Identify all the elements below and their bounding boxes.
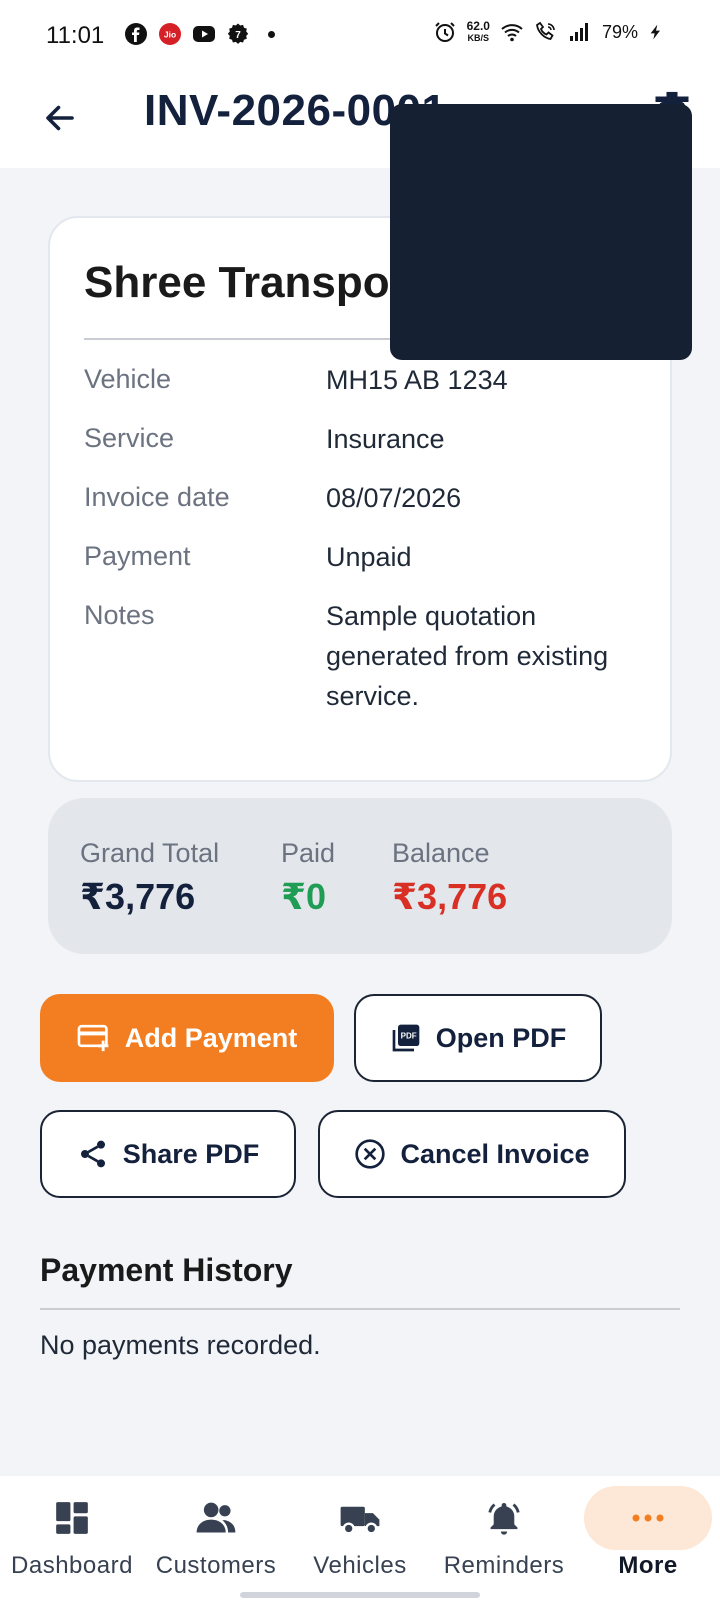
nav-label-dashboard: Dashboard bbox=[11, 1552, 133, 1579]
share-icon bbox=[80, 1140, 105, 1168]
customer-name: Shree Transport bbox=[84, 258, 422, 307]
battery-percent: 79% bbox=[601, 21, 638, 42]
network-speed: 62.0 KB/S bbox=[466, 19, 490, 43]
grand-total-label: Grand Total bbox=[80, 838, 220, 868]
share-pdf-button[interactable]: Share PDF bbox=[40, 1110, 296, 1198]
amount-summary: Grand Total ₹3,776 Paid ₹0 Balance ₹3,77… bbox=[48, 798, 672, 954]
signal-icon bbox=[569, 23, 588, 41]
alarm-icon bbox=[434, 22, 455, 42]
arrow-back-icon bbox=[46, 105, 74, 131]
pdf-icon: PDF bbox=[392, 1024, 420, 1052]
wifi-calling-icon bbox=[535, 21, 555, 40]
payment-status-label: Payment bbox=[84, 541, 191, 571]
payment-status-value: Unpaid bbox=[326, 542, 412, 572]
payment-card-icon bbox=[77, 1024, 109, 1052]
service-label: Service bbox=[84, 423, 175, 453]
invoice-date-value: 08/07/2026 bbox=[326, 483, 462, 513]
notification-icons: Jio 7 bbox=[124, 22, 275, 46]
nav-item-more[interactable]: More bbox=[576, 1476, 720, 1600]
nav-item-customers[interactable]: Customers bbox=[144, 1476, 288, 1600]
status-time: 11:01 bbox=[46, 22, 105, 49]
cancel-invoice-label: Cancel Invoice bbox=[400, 1138, 590, 1169]
dashboard-icon bbox=[50, 1496, 94, 1540]
share-pdf-label: Share PDF bbox=[122, 1138, 260, 1169]
payment-history-empty: No payments recorded. bbox=[40, 1330, 321, 1360]
nav-label-customers: Customers bbox=[155, 1552, 277, 1579]
settings-badge-icon: 7 bbox=[227, 23, 249, 44]
notes-value: Sample quotation generated from existing… bbox=[326, 601, 609, 711]
youtube-icon bbox=[193, 26, 215, 42]
bell-icon bbox=[482, 1496, 526, 1540]
status-bar: 11:01 Jio 7 62.0 KB/S 79% bbox=[0, 0, 720, 70]
service-value: Insurance bbox=[326, 424, 445, 454]
more-notifications-dot bbox=[268, 30, 275, 38]
more-icon bbox=[626, 1496, 670, 1540]
grand-total-value: ₹3,776 bbox=[80, 876, 196, 917]
nav-label-vehicles: Vehicles bbox=[313, 1552, 407, 1579]
nav-item-reminders[interactable]: Reminders bbox=[432, 1476, 576, 1600]
invoice-date-label: Invoice date bbox=[84, 482, 230, 512]
facebook-icon bbox=[125, 23, 147, 45]
nav-item-dashboard[interactable]: Dashboard bbox=[0, 1476, 144, 1600]
home-indicator bbox=[240, 1592, 480, 1598]
add-payment-button[interactable]: Add Payment bbox=[40, 994, 334, 1082]
open-pdf-button[interactable]: PDF Open PDF bbox=[354, 994, 602, 1082]
balance-label: Balance bbox=[392, 838, 490, 868]
bottom-navigation: Dashboard Customers Vehicles Reminders M… bbox=[0, 1476, 720, 1600]
notes-label: Notes bbox=[84, 600, 155, 630]
paid-label: Paid bbox=[281, 838, 336, 868]
nav-label-more: More bbox=[618, 1552, 678, 1579]
people-icon bbox=[194, 1496, 238, 1540]
jio-icon: Jio bbox=[159, 23, 181, 45]
truck-icon bbox=[338, 1496, 382, 1540]
system-icons: 62.0 KB/S 79% bbox=[433, 20, 664, 44]
svg-text:Jio: Jio bbox=[164, 30, 176, 40]
wifi-icon bbox=[501, 24, 523, 42]
nav-item-vehicles[interactable]: Vehicles bbox=[288, 1476, 432, 1600]
back-button[interactable] bbox=[32, 90, 88, 146]
vehicle-label: Vehicle bbox=[84, 364, 172, 394]
svg-text:PDF: PDF bbox=[400, 1032, 416, 1041]
overlay-popup bbox=[390, 104, 692, 360]
cancel-circle-icon bbox=[355, 1139, 386, 1169]
balance-value: ₹3,776 bbox=[392, 876, 508, 917]
vehicle-value: MH15 AB 1234 bbox=[326, 365, 508, 395]
paid-value: ₹0 bbox=[281, 876, 327, 917]
cancel-invoice-button[interactable]: Cancel Invoice bbox=[318, 1110, 626, 1198]
add-payment-label: Add Payment bbox=[124, 1022, 298, 1053]
payment-history-title: Payment History bbox=[40, 1252, 293, 1288]
nav-label-reminders: Reminders bbox=[443, 1552, 565, 1579]
svg-text:7: 7 bbox=[235, 30, 241, 41]
charging-icon bbox=[650, 24, 660, 40]
section-divider bbox=[40, 1308, 680, 1310]
open-pdf-label: Open PDF bbox=[435, 1022, 567, 1053]
